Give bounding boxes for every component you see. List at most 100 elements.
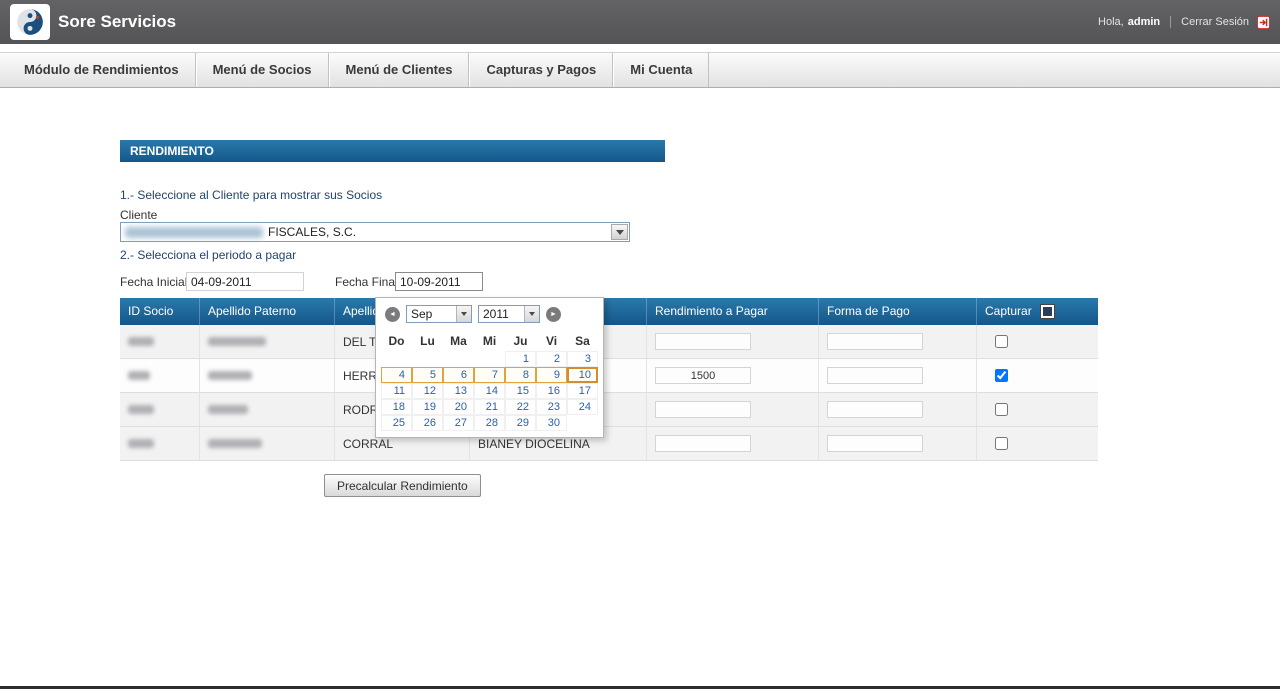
calendar-date-21[interactable]: 21: [474, 399, 505, 415]
capturar-checkbox[interactable]: [995, 403, 1008, 416]
calendar-grid: DoLuMaMiJuViSa12345678910111213141516171…: [381, 331, 598, 431]
nav-item-menu-socios[interactable]: Menú de Socios: [196, 53, 329, 87]
calendar-date-24[interactable]: 24: [567, 399, 598, 415]
calendar-date-15[interactable]: 15: [505, 383, 536, 399]
nav-item-capturas-pagos[interactable]: Capturas y Pagos: [469, 53, 613, 87]
calendar-date-25[interactable]: 25: [381, 415, 412, 431]
socios-table: ID Socio Apellido Paterno Apellido Mater…: [120, 298, 1098, 461]
table-row: HERR: [120, 359, 1098, 393]
calendar-empty-cell: [443, 351, 474, 367]
table-header-row: ID Socio Apellido Paterno Apellido Mater…: [120, 298, 1098, 325]
calendar-date-19[interactable]: 19: [412, 399, 443, 415]
calendar-date-18[interactable]: 18: [381, 399, 412, 415]
calendar-date-1[interactable]: 1: [505, 351, 536, 367]
calendar-date-16[interactable]: 16: [536, 383, 567, 399]
checkbox-inner-icon: [1043, 307, 1052, 316]
cell-rendimiento: [647, 393, 819, 426]
calendar-month-value: Sep: [407, 307, 432, 321]
cliente-label: Cliente: [120, 208, 157, 222]
cell-capturar: [977, 325, 1098, 358]
fecha-inicial-input[interactable]: [186, 272, 304, 291]
cell-forma-pago: [819, 325, 977, 358]
forma-pago-input[interactable]: [827, 333, 923, 350]
calendar-date-27[interactable]: 27: [443, 415, 474, 431]
calendar-date-12[interactable]: 12: [412, 383, 443, 399]
header-apellido-paterno: Apellido Paterno: [200, 298, 335, 325]
calendar-empty-cell: [474, 351, 505, 367]
username: admin: [1128, 16, 1160, 28]
calendar-day-header: Sa: [567, 331, 598, 351]
nav-item-menu-clientes[interactable]: Menú de Clientes: [329, 53, 470, 87]
forma-pago-input[interactable]: [827, 401, 923, 418]
datepicker-popup: ◄ Sep 2011 ► DoLuMaMiJuViSa1234567891011…: [375, 297, 604, 438]
nav-item-mi-cuenta[interactable]: Mi Cuenta: [613, 53, 709, 87]
calendar-date-20[interactable]: 20: [443, 399, 474, 415]
divider: [1170, 16, 1171, 28]
cell-id-socio: [120, 393, 200, 426]
logout-icon[interactable]: [1257, 16, 1270, 29]
header-id-socio: ID Socio: [120, 298, 200, 325]
redacted-apellido: [208, 439, 262, 448]
calendar-date-30[interactable]: 30: [536, 415, 567, 431]
capturar-all-checkbox[interactable]: [1040, 304, 1055, 319]
redacted-apellido: [208, 371, 252, 380]
fecha-inicial-label: Fecha Inicial: [120, 275, 187, 289]
nav-item-modulo-rendimientos[interactable]: Módulo de Rendimientos: [8, 53, 196, 87]
chevron-down-icon: [456, 306, 471, 322]
forma-pago-input[interactable]: [827, 435, 923, 452]
calendar-date-26[interactable]: 26: [412, 415, 443, 431]
table-body: DEL T HERR RODR: [120, 325, 1098, 461]
calendar-empty-cell: [381, 351, 412, 367]
calendar-date-5[interactable]: 5: [412, 367, 443, 383]
calendar-date-10[interactable]: 10: [567, 367, 598, 383]
cell-rendimiento: [647, 427, 819, 460]
calendar-empty-cell: [567, 415, 598, 431]
greeting-prefix: Hola,: [1098, 16, 1124, 28]
precalcular-rendimiento-button[interactable]: Precalcular Rendimiento: [324, 474, 481, 497]
calendar-date-4[interactable]: 4: [381, 367, 412, 383]
calendar-date-6[interactable]: 6: [443, 367, 474, 383]
capturar-checkbox[interactable]: [995, 437, 1008, 450]
header-rendimiento: Rendimiento a Pagar: [647, 298, 819, 325]
table-row: DEL T: [120, 325, 1098, 359]
capturar-checkbox[interactable]: [995, 335, 1008, 348]
rendimiento-input[interactable]: [655, 401, 751, 418]
panel-title: RENDIMIENTO: [120, 140, 665, 162]
cliente-select[interactable]: FISCALES, S.C.: [120, 222, 630, 242]
calendar-date-9[interactable]: 9: [536, 367, 567, 383]
capturar-checkbox[interactable]: [995, 369, 1008, 382]
calendar-date-3[interactable]: 3: [567, 351, 598, 367]
calendar-date-2[interactable]: 2: [536, 351, 567, 367]
header-forma-pago: Forma de Pago: [819, 298, 977, 325]
cell-capturar: [977, 393, 1098, 426]
calendar-date-8[interactable]: 8: [505, 367, 536, 383]
rendimiento-input[interactable]: [655, 333, 751, 350]
calendar-date-22[interactable]: 22: [505, 399, 536, 415]
calendar-date-17[interactable]: 17: [567, 383, 598, 399]
header-capturar: Capturar: [977, 298, 1098, 325]
table-row: CORRAL BIANEY DIOCELINA: [120, 427, 1098, 461]
calendar-date-11[interactable]: 11: [381, 383, 412, 399]
calendar-date-23[interactable]: 23: [536, 399, 567, 415]
rendimiento-input[interactable]: [655, 367, 751, 384]
calendar-date-29[interactable]: 29: [505, 415, 536, 431]
calendar-year-select[interactable]: 2011: [478, 305, 540, 323]
chevron-down-icon[interactable]: [611, 224, 628, 240]
calendar-empty-cell: [412, 351, 443, 367]
cell-capturar: [977, 359, 1098, 392]
calendar-date-14[interactable]: 14: [474, 383, 505, 399]
calendar-date-7[interactable]: 7: [474, 367, 505, 383]
logout-link[interactable]: Cerrar Sesión: [1181, 16, 1249, 28]
rendimiento-input[interactable]: [655, 435, 751, 452]
fecha-final-label: Fecha Final: [335, 275, 398, 289]
calendar-date-13[interactable]: 13: [443, 383, 474, 399]
cell-apellido-paterno: [200, 359, 335, 392]
fecha-final-input[interactable]: [395, 272, 483, 291]
app-logo: [10, 4, 50, 40]
calendar-date-28[interactable]: 28: [474, 415, 505, 431]
forma-pago-input[interactable]: [827, 367, 923, 384]
calendar-next-button[interactable]: ►: [546, 307, 561, 322]
calendar-month-select[interactable]: Sep: [406, 305, 472, 323]
redacted-id: [128, 405, 154, 414]
calendar-prev-button[interactable]: ◄: [385, 307, 400, 322]
